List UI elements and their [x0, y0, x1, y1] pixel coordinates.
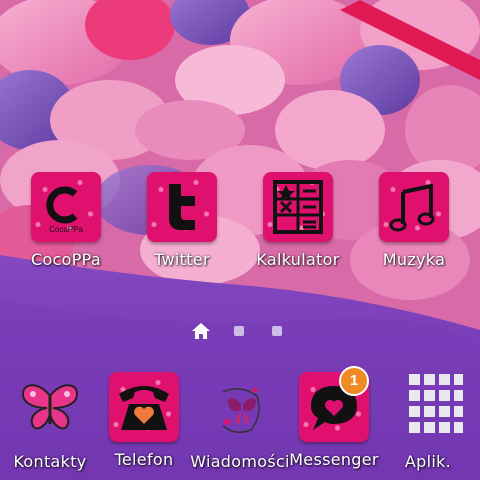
- dock-app-messenger[interactable]: Messenger: [284, 372, 384, 469]
- telephone-heart-icon: [109, 372, 179, 442]
- app-cocoppa[interactable]: CocoPPa CocoPPa: [16, 172, 116, 269]
- app-muzyka[interactable]: Muzyka: [364, 172, 464, 269]
- dock-app-telefon[interactable]: Telefon: [94, 372, 194, 469]
- app-label-telefon: Telefon: [114, 450, 174, 469]
- app-label-muzyka: Muzyka: [382, 250, 446, 269]
- app-label-aplikacje: Aplik.: [404, 452, 452, 471]
- app-label-kontakty: Kontakty: [13, 452, 87, 471]
- cocoppa-icon: CocoPPa: [31, 172, 101, 242]
- butterfly-icon: [15, 374, 85, 444]
- home-icon: [192, 323, 210, 339]
- dock-app-kontakty[interactable]: Kontakty: [0, 374, 100, 471]
- app-twitter[interactable]: Twitter: [132, 172, 232, 269]
- app-label-messenger: Messenger: [289, 450, 379, 469]
- calculator-icon: [263, 172, 333, 242]
- notification-badge: 1: [339, 366, 369, 396]
- cocoppa-logo-text: CocoPPa: [49, 225, 83, 234]
- page-dot-2[interactable]: [234, 326, 244, 336]
- app-label-twitter: Twitter: [154, 250, 210, 269]
- app-label-wiadomosci: Wiadomości: [190, 452, 290, 471]
- fairy-butterfly-icon: [205, 374, 275, 444]
- app-label-kalkulator: Kalkulator: [256, 250, 340, 269]
- dock-app-wiadomosci[interactable]: Wiadomości: [190, 374, 290, 471]
- dock-app-aplikacje[interactable]: Aplik.: [378, 374, 478, 471]
- page-indicator[interactable]: [190, 320, 290, 342]
- twitter-icon: [147, 172, 217, 242]
- page-dot-3[interactable]: [272, 326, 282, 336]
- app-label-cocoppa: CocoPPa: [30, 250, 102, 269]
- music-note-icon: [379, 172, 449, 242]
- app-kalkulator[interactable]: Kalkulator: [248, 172, 348, 269]
- app-grid-icon: [393, 374, 463, 444]
